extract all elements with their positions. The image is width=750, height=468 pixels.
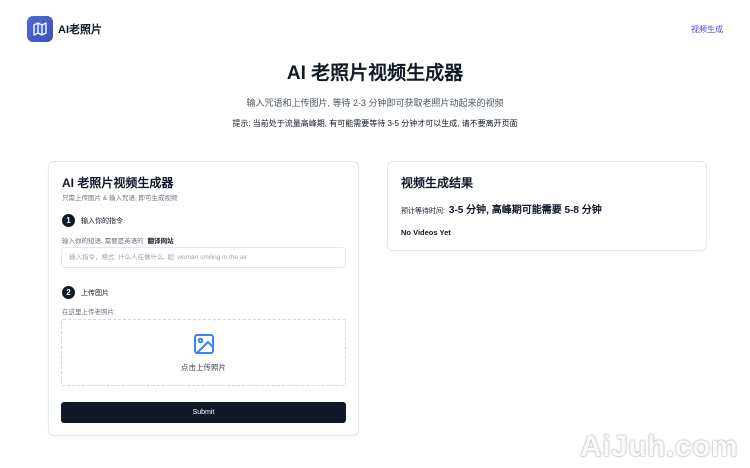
step-1: 1 输入你的指令 (62, 214, 123, 227)
wait-value: 3-5 分钟, 高峰期可能需要 5-8 分钟 (448, 205, 602, 216)
nav-link-video-generate[interactable]: 视频生成 (691, 24, 723, 35)
empty-state: No Videos Yet (401, 228, 451, 237)
result-title: 视频生成结果 (401, 176, 474, 190)
page-title: AI 老照片视频生成器 (286, 63, 464, 84)
prompt-input[interactable] (61, 247, 346, 268)
wait-label: 预计等待时间: (401, 208, 445, 215)
logo[interactable] (27, 16, 53, 42)
image-icon (193, 334, 214, 354)
result-card: 视频生成结果 预计等待时间: 3-5 分钟, 高峰期可能需要 5-8 分钟 No… (387, 161, 707, 251)
step-2-label: 上传图片 (81, 289, 109, 297)
page-subtitle: 输入咒语和上传图片, 等待 2-3 分钟即可获取老照片动起来的视频 (246, 98, 504, 108)
generator-form-card: AI 老照片视频生成器 只需上传图片 & 输入咒语, 即可生成视频 1 输入你的… (48, 161, 359, 436)
step-1-label: 输入你的指令 (81, 217, 123, 225)
map-icon (33, 22, 47, 36)
step-2-hint: 在这里上传老照片 (62, 309, 114, 316)
header: AI老照片 视频生成 (0, 0, 750, 60)
form-title: AI 老照片视频生成器 (62, 176, 174, 190)
traffic-notice: 提示: 当前处于流量高峰期, 有可能需要等待 3-5 分钟才可以生成, 请不要离… (232, 119, 518, 128)
step-1-number: 1 (62, 214, 75, 227)
watermark: AiJuh.com (580, 430, 738, 463)
step-2-number: 2 (62, 286, 75, 299)
brand-name: AI老照片 (58, 24, 102, 36)
upload-label: 点击上传照片 (181, 363, 226, 372)
estimated-wait: 预计等待时间: 3-5 分钟, 高峰期可能需要 5-8 分钟 (401, 201, 602, 216)
translate-site-link[interactable]: 翻译网站 (148, 238, 174, 245)
photo-upload-area[interactable]: 点击上传照片 (61, 319, 346, 386)
step-1-hint: 输入你的短语, 需要是英语的 翻译网站 (62, 235, 174, 245)
step-1-hint-text: 输入你的短语, 需要是英语的 (62, 238, 144, 245)
submit-button[interactable]: Submit (61, 402, 346, 423)
step-2: 2 上传图片 (62, 286, 109, 299)
form-description: 只需上传图片 & 输入咒语, 即可生成视频 (62, 195, 178, 202)
